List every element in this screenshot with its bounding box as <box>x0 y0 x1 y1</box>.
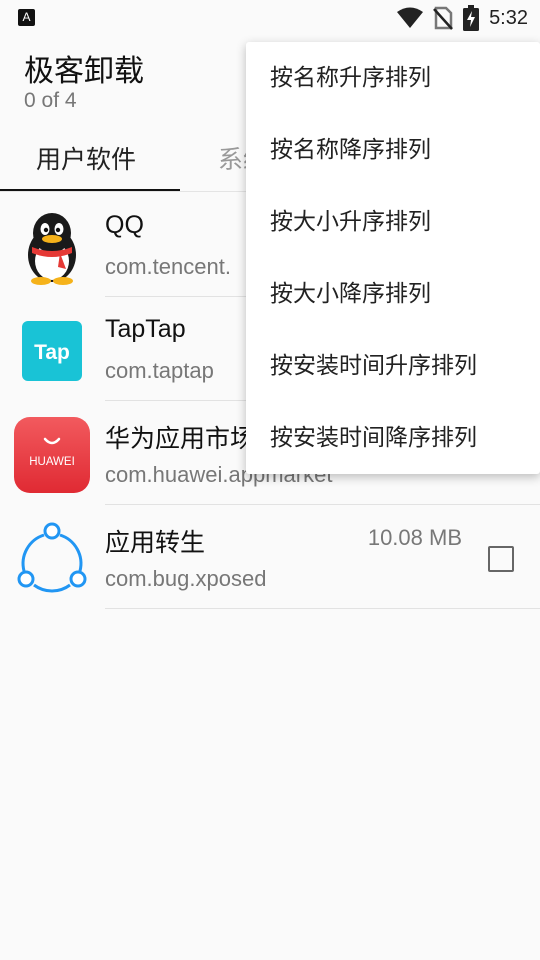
package-name: com.bug.xposed <box>105 566 267 591</box>
sort-menu: 按名称升序排列 按名称降序排列 按大小升序排列 按大小降序排列 按安装时间升序排… <box>246 42 540 474</box>
menu-item-size-desc[interactable]: 按大小降序排列 <box>246 258 540 330</box>
menu-item-install-time-asc[interactable]: 按安装时间升序排列 <box>246 330 540 402</box>
menu-item-name-desc[interactable]: 按名称降序排列 <box>246 114 540 186</box>
battery-charging-icon <box>463 5 480 31</box>
qq-penguin-icon <box>28 213 76 285</box>
tab-user-apps[interactable]: 用户软件 <box>36 140 136 176</box>
package-name: com.taptap <box>105 358 214 383</box>
app-title: 极客卸载 <box>24 54 144 89</box>
share-nodes-icon <box>17 522 87 593</box>
selection-count: 0 of 4 <box>24 89 77 112</box>
app-name: TapTap <box>105 315 186 343</box>
app-name: 华为应用市场 <box>105 425 256 453</box>
notification-a-icon: A <box>18 9 35 26</box>
app-size: 10.08 MB <box>367 525 462 550</box>
status-icons: 5:32 <box>397 4 528 32</box>
clock-time: 5:32 <box>489 6 528 29</box>
menu-item-size-asc[interactable]: 按大小升序排列 <box>246 186 540 258</box>
svg-text:Tap: Tap <box>34 341 70 364</box>
menu-item-name-asc[interactable]: 按名称升序排列 <box>246 42 540 114</box>
status-bar: A 5:32 <box>0 0 540 36</box>
row-divider <box>105 608 540 609</box>
svg-text:HUAWEI: HUAWEI <box>29 456 75 468</box>
package-name: com.tencent. <box>105 254 231 279</box>
app-name: 应用转生 <box>105 529 206 557</box>
wifi-icon <box>397 7 424 28</box>
menu-item-install-time-desc[interactable]: 按安装时间降序排列 <box>246 402 540 474</box>
huawei-appgallery-icon: HUAWEI <box>14 417 90 493</box>
no-sim-icon <box>433 6 453 30</box>
list-item[interactable]: 应用转生 com.bug.xposed 10.08 MB <box>0 505 540 609</box>
taptap-icon: Tap <box>22 321 82 381</box>
select-checkbox[interactable] <box>488 546 514 572</box>
app-name: QQ <box>105 211 144 239</box>
